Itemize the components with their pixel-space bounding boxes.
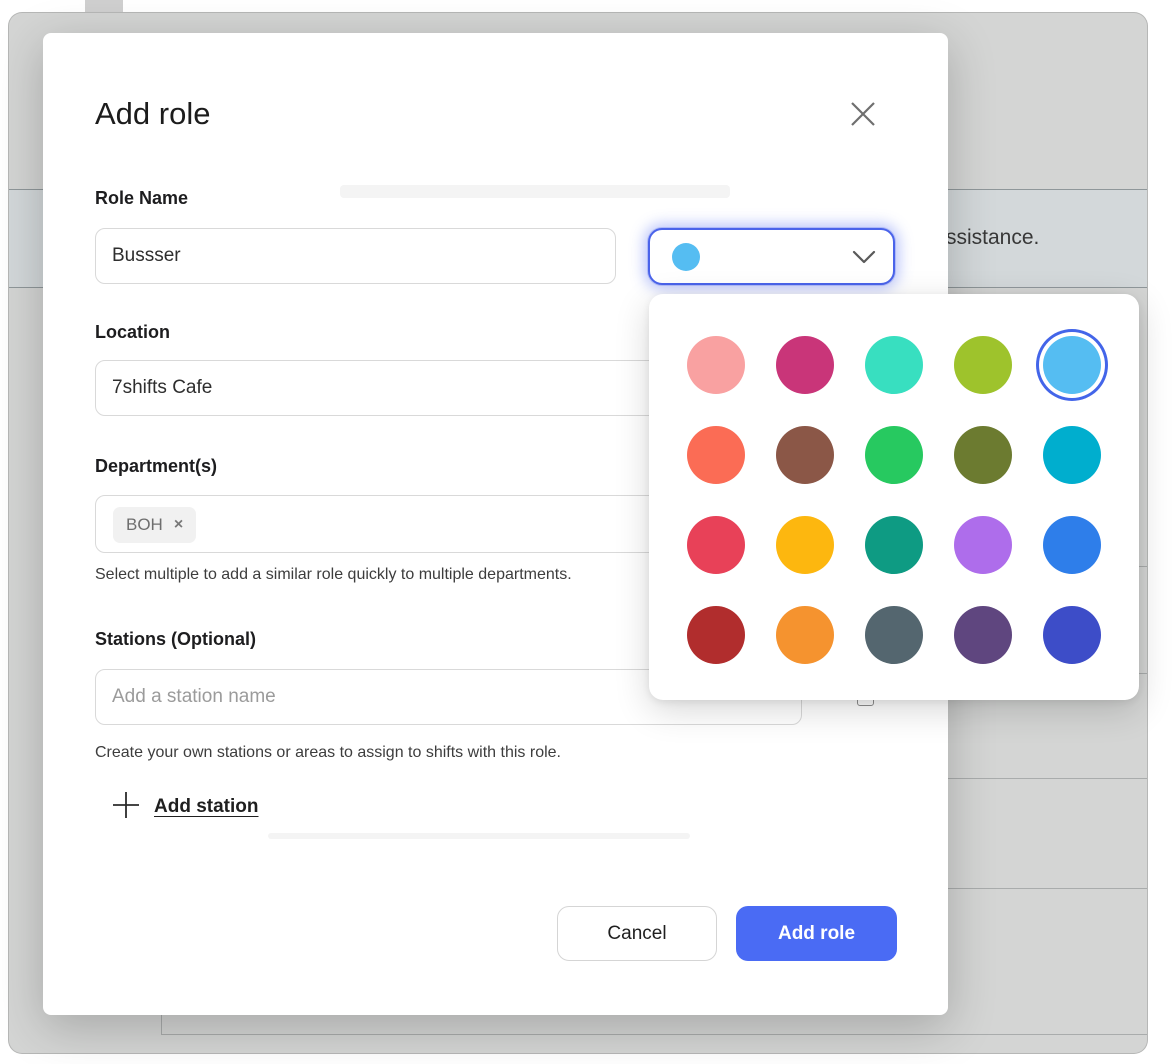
modal-title: Add role — [95, 96, 210, 132]
background-shimmer — [268, 833, 690, 839]
color-swatch-sky-blue[interactable] — [1043, 336, 1101, 394]
add-role-button-label: Add role — [778, 923, 855, 945]
color-swatch-lime[interactable] — [954, 336, 1012, 394]
color-swatch-olive[interactable] — [954, 426, 1012, 484]
add-role-submit-button[interactable]: Add role — [736, 906, 897, 961]
color-swatch-slate[interactable] — [865, 606, 923, 664]
stations-helper-text: Create your own stations or areas to ass… — [95, 744, 561, 762]
color-swatch-salmon[interactable] — [687, 336, 745, 394]
table-row-divider — [161, 1034, 1147, 1035]
chevron-down-icon — [851, 249, 877, 265]
color-swatch-lavender[interactable] — [954, 516, 1012, 574]
color-swatch-brown[interactable] — [776, 426, 834, 484]
color-swatch-teal[interactable] — [865, 516, 923, 574]
color-picker-popup — [649, 294, 1139, 700]
add-station-label: Add station — [154, 796, 259, 818]
remove-tag-icon[interactable]: × — [174, 516, 183, 534]
role-name-label: Role Name — [95, 188, 188, 209]
color-swatch-red[interactable] — [687, 516, 745, 574]
cancel-button[interactable]: Cancel — [557, 906, 717, 961]
color-swatch-indigo[interactable] — [1043, 606, 1101, 664]
background-shimmer — [340, 185, 730, 198]
location-label: Location — [95, 322, 170, 343]
role-color-select[interactable] — [648, 228, 895, 285]
add-station-button[interactable]: Add station — [111, 790, 259, 823]
color-swatch-coral[interactable] — [687, 426, 745, 484]
departments-helper-text: Select multiple to add a similar role qu… — [95, 566, 572, 584]
color-swatch-magenta[interactable] — [776, 336, 834, 394]
color-swatch-blue[interactable] — [1043, 516, 1101, 574]
background-fragment — [85, 0, 123, 12]
department-tag-label: BOH — [126, 515, 163, 535]
department-tag: BOH × — [113, 507, 196, 543]
stations-label: Stations (Optional) — [95, 629, 256, 650]
screen: ssistance. Add role Role Name — [0, 0, 1172, 1064]
color-swatch-turquoise[interactable] — [865, 336, 923, 394]
plus-icon — [111, 790, 141, 823]
departments-label: Department(s) — [95, 456, 217, 477]
color-swatch-cyan[interactable] — [1043, 426, 1101, 484]
color-swatch-plum[interactable] — [954, 606, 1012, 664]
color-swatch-dark-red[interactable] — [687, 606, 745, 664]
color-swatch-amber[interactable] — [776, 516, 834, 574]
close-button[interactable] — [839, 91, 887, 139]
selected-color-dot — [672, 243, 700, 271]
color-swatch-orange[interactable] — [776, 606, 834, 664]
close-icon — [845, 96, 881, 135]
role-name-input[interactable] — [95, 228, 616, 284]
background-partial-text: ssistance. — [946, 226, 1039, 250]
cancel-button-label: Cancel — [607, 923, 666, 945]
color-swatch-green[interactable] — [865, 426, 923, 484]
